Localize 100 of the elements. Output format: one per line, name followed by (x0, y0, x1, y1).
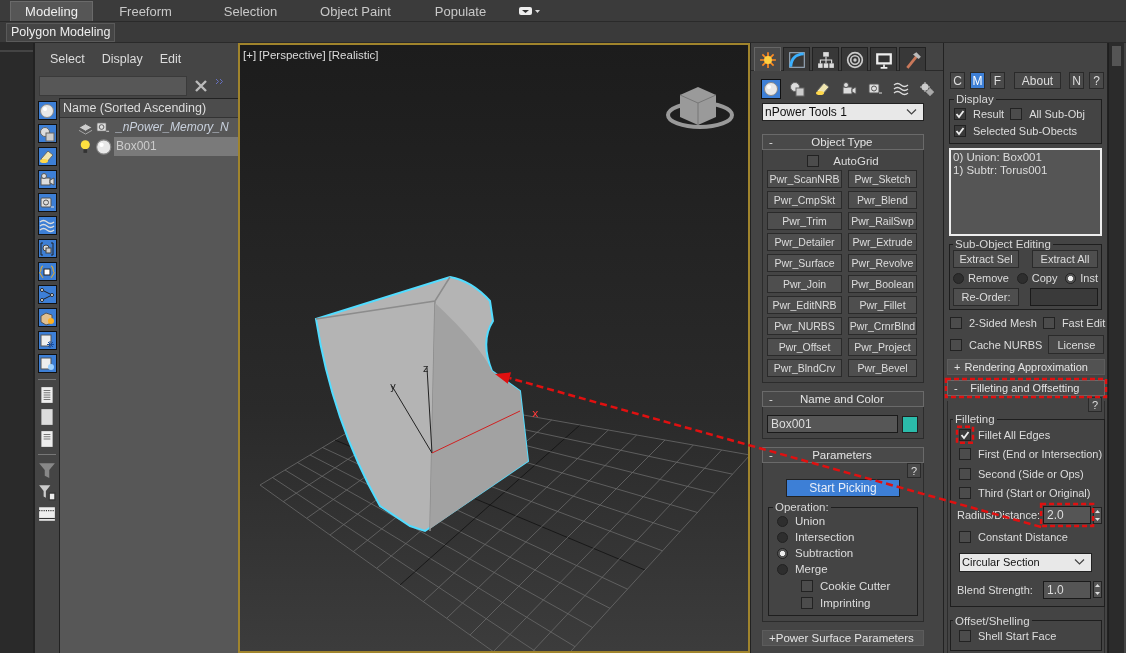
category-button[interactable] (917, 79, 937, 99)
checkbox[interactable] (801, 579, 813, 592)
search-field[interactable] (39, 76, 187, 96)
list-item[interactable]: 1) Subtr: Torus001 (953, 164, 1098, 177)
operand-list[interactable]: 0) Union: Box001 1) Subtr: Torus001 (949, 148, 1102, 236)
ribbon-tab[interactable]: Populate (408, 1, 513, 21)
filter-toggle[interactable] (37, 354, 57, 373)
menu-item[interactable]: Select (50, 52, 85, 72)
scrollbar-thumb[interactable] (1112, 46, 1121, 66)
filter-toggle[interactable] (37, 101, 57, 120)
box-model-drawing[interactable] (315, 276, 529, 532)
rollout-header[interactable]: - Object Type (762, 134, 924, 150)
checkbox[interactable] (959, 630, 971, 643)
radio-button[interactable] (1016, 272, 1028, 284)
rollout-header[interactable]: - Name and Color (762, 391, 924, 407)
tool-button[interactable]: Pwr_Fillet (848, 296, 917, 314)
menu-item[interactable]: Edit (159, 52, 182, 72)
tool-button[interactable]: Pwr_Detailer (767, 233, 842, 251)
filter-toggle[interactable] (37, 285, 57, 304)
panel-tab[interactable] (870, 47, 897, 71)
tool-button[interactable]: Pwr_RailSwp (848, 212, 917, 230)
panel-button[interactable]: About (1014, 72, 1061, 89)
tool-button[interactable]: Pwr_NURBS (767, 317, 842, 335)
tool-button[interactable]: Pwr_Bevel (848, 359, 917, 377)
checkbox[interactable] (801, 596, 813, 609)
filter-toggle[interactable] (37, 308, 57, 327)
layer-strip-icon[interactable] (38, 505, 56, 523)
tool-button[interactable]: Pwr_Project (848, 338, 917, 356)
category-button[interactable] (787, 79, 807, 99)
ribbon-tab[interactable]: Modeling (10, 1, 93, 21)
checkbox[interactable] (959, 530, 971, 543)
tool-button[interactable]: Pwr_ScanNRB (767, 170, 842, 188)
license-button[interactable]: License (1048, 335, 1105, 354)
extract-all-button[interactable]: Extract All (1032, 250, 1098, 268)
tool-button[interactable]: Pwr_CmpSkt (767, 191, 842, 209)
rollout-header[interactable]: - Parameters (762, 447, 924, 463)
viewport-label[interactable]: [Realistic] (328, 49, 379, 61)
panel-button[interactable]: N (1069, 72, 1084, 89)
tool-button[interactable]: Pwr_Extrude (848, 233, 917, 251)
scene-item[interactable]: _nPower_Memory_N (114, 118, 238, 137)
panel-tab[interactable] (783, 47, 810, 71)
rollout-header[interactable]: - Filleting and Offsetting (947, 380, 1105, 396)
checkbox[interactable] (807, 154, 820, 167)
help-button[interactable]: ? (1088, 397, 1102, 412)
document-icon[interactable] (38, 386, 56, 404)
radio-button[interactable] (777, 563, 788, 575)
tool-button[interactable]: Pwr_CrnrBlnd (848, 317, 917, 335)
filter-toggle[interactable] (37, 124, 57, 143)
panel-tab[interactable] (812, 47, 839, 71)
spinner-arrows-icon[interactable] (1093, 581, 1103, 598)
checkbox[interactable] (950, 316, 962, 329)
checkbox[interactable] (959, 428, 971, 441)
filter-toggle[interactable] (37, 193, 57, 212)
tool-button[interactable]: Pwr_Blend (848, 191, 917, 209)
dropdown[interactable]: Circular Section (959, 552, 1092, 572)
start-picking-button[interactable]: Start Picking (786, 479, 900, 497)
spinner-arrows-icon[interactable] (1093, 506, 1103, 524)
panel-tab[interactable] (899, 47, 926, 71)
checkbox[interactable] (959, 467, 971, 480)
list-item[interactable]: 0) Union: Box001 (953, 151, 1098, 164)
panel-button[interactable]: ? (1089, 72, 1104, 89)
checkbox[interactable] (950, 338, 962, 351)
ribbon-tab[interactable]: Freeform (93, 1, 198, 21)
reorder-field[interactable] (1030, 288, 1098, 306)
radio-button[interactable] (777, 531, 788, 543)
tool-button[interactable]: Pwr_Offset (767, 338, 842, 356)
scrollbar[interactable] (1108, 43, 1124, 653)
panel-tab[interactable] (754, 47, 781, 71)
filter-toggle[interactable] (37, 170, 57, 189)
color-swatch[interactable] (902, 415, 918, 433)
category-button[interactable] (761, 79, 781, 99)
document-icon[interactable] (38, 430, 56, 448)
tool-button[interactable]: Pwr_Sketch (848, 170, 917, 188)
checkbox[interactable] (1010, 107, 1023, 120)
ribbon-panel-button[interactable]: Polygon Modeling (6, 22, 116, 42)
radio-button[interactable] (777, 547, 788, 559)
ribbon-options-icon[interactable] (519, 6, 541, 16)
name-field[interactable]: Box001 (767, 415, 898, 433)
ribbon-tab[interactable]: Object Paint (303, 1, 408, 21)
number-field[interactable]: 1.0 (1043, 580, 1092, 599)
filter-toggle[interactable] (37, 262, 57, 281)
tool-button[interactable]: Pwr_Revolve (848, 254, 917, 272)
filter-toggle[interactable] (37, 239, 57, 258)
panel-button[interactable]: M (970, 72, 985, 89)
help-button[interactable]: ? (907, 463, 921, 478)
tool-button[interactable]: Pwr_Surface (767, 254, 842, 272)
page-icon[interactable] (38, 408, 56, 426)
dropdown[interactable]: nPower Tools 1 (762, 103, 924, 121)
menu-item[interactable]: Display (101, 52, 143, 72)
view-cube-icon[interactable] (666, 87, 734, 129)
radio-button[interactable] (777, 515, 788, 527)
tool-button[interactable]: Pwr_Trim (767, 212, 842, 230)
checkbox[interactable] (954, 107, 966, 120)
filter-toggle[interactable] (37, 216, 57, 235)
panel-button[interactable]: F (990, 72, 1005, 89)
filter-toggle[interactable] (37, 331, 57, 350)
checkbox[interactable] (959, 487, 971, 500)
extract-selected-button[interactable]: Extract Sel (953, 250, 1019, 268)
tool-button[interactable]: Pwr_Join (767, 275, 842, 293)
checkbox[interactable] (959, 448, 971, 461)
